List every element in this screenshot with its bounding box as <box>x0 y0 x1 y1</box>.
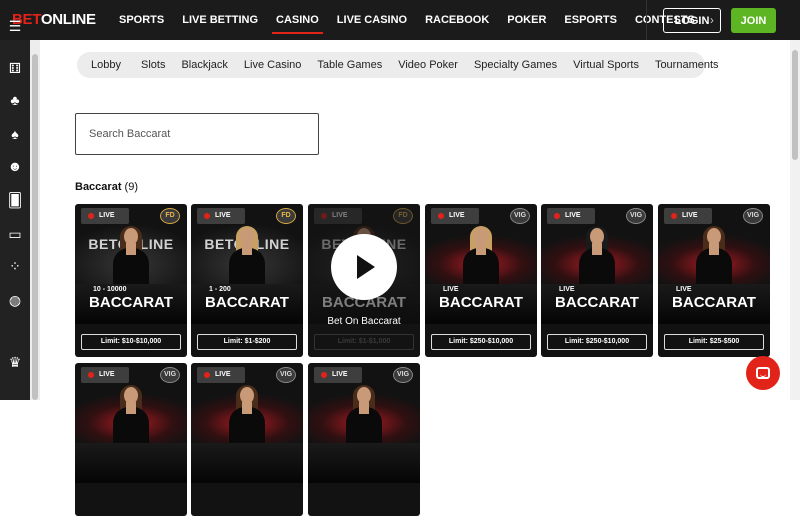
tab-live-casino[interactable]: Live Casino <box>236 52 309 78</box>
page-scrollbar-thumb[interactable] <box>792 50 798 160</box>
provider-logo: FD <box>160 208 180 224</box>
game-card[interactable]: LIVE VIG <box>308 363 420 516</box>
limit-label: Limit: $25-$500 <box>664 334 764 350</box>
hover-game-title: Bet On Baccarat <box>327 316 401 327</box>
nav-item-esports[interactable]: ESPORTS <box>555 0 626 40</box>
live-badge: LIVE <box>431 208 479 224</box>
tab-tournaments[interactable]: Tournaments <box>647 52 727 78</box>
live-badge: LIVE <box>547 208 595 224</box>
casino-category-tabs: Lobby Slots Blackjack Live Casino Table Game… <box>77 52 719 78</box>
provider-logo: VIG <box>160 367 180 383</box>
search-input[interactable] <box>75 113 319 155</box>
tab-table-games[interactable]: Table Games <box>309 52 390 78</box>
play-icon[interactable] <box>331 234 397 300</box>
game-card[interactable]: BETONLINELIVEFDBACCARATLimit: $1-$1,000B… <box>308 204 420 357</box>
tab-specialty-games[interactable]: Specialty Games <box>466 52 565 78</box>
game-card[interactable]: LIVE VIG LIVE BACCARAT Limit: $250-$10,000 <box>425 204 537 357</box>
dealer-icon[interactable]: ☻ <box>5 156 25 176</box>
sidebar-scrollbar-thumb[interactable] <box>32 54 38 400</box>
dice-icon[interactable]: ⚅ <box>5 58 25 78</box>
game-name: BACCARAT <box>672 294 756 311</box>
section-title: Baccarat (9) <box>75 181 138 193</box>
limit-label: Limit: $10-$10,000 <box>81 334 181 350</box>
top-navbar: BETONLINE SPORTS LIVE BETTING CASINO LIVE C… <box>0 0 800 40</box>
provider-logo: VIG <box>510 208 530 224</box>
game-card[interactable]: LIVE VIG <box>75 363 187 516</box>
main-nav: SPORTS LIVE BETTING CASINO LIVE CASINO RACEB… <box>110 0 720 40</box>
laptop-icon[interactable]: ▭ <box>5 224 25 244</box>
game-name: BACCARAT <box>555 294 639 311</box>
game-card[interactable]: BETONLINELIVEFD10 - 10000BACCARATLimit: … <box>75 204 187 357</box>
live-badge: LIVE <box>197 208 245 224</box>
provider-logo: VIG <box>393 367 413 383</box>
game-name: BACCARAT <box>89 294 173 311</box>
menu-icon[interactable]: ☰ <box>5 16 25 36</box>
chat-button[interactable] <box>746 356 780 390</box>
game-table <box>75 443 187 483</box>
page-scrollbar[interactable] <box>790 40 800 400</box>
tab-blackjack[interactable]: Blackjack <box>173 52 235 78</box>
nav-divider <box>646 0 647 40</box>
trophy-icon[interactable]: ♛ <box>5 352 25 372</box>
live-badge: LIVE <box>81 367 129 383</box>
nav-item-sports[interactable]: SPORTS <box>110 0 173 40</box>
cards-icon[interactable]: 🂠 <box>5 190 25 210</box>
left-sidebar: ☰ ⚅ ♣ ♠ ☻ 🂠 ▭ ⁘ ◍ ♛ <box>0 18 30 400</box>
bet-range: LIVE <box>559 286 575 293</box>
nav-item-casino[interactable]: CASINO <box>267 0 328 40</box>
specialty-icon[interactable]: ⁘ <box>5 256 25 276</box>
live-badge: LIVE <box>314 367 362 383</box>
provider-logo: FD <box>276 208 296 224</box>
tab-lobby[interactable]: Lobby <box>83 52 129 78</box>
tab-virtual-sports[interactable]: Virtual Sports <box>565 52 647 78</box>
bet-range: 1 - 200 <box>209 286 231 293</box>
limit-label: Limit: $250-$10,000 <box>431 334 531 350</box>
limit-label: Limit: $1-$200 <box>197 334 297 350</box>
game-table <box>308 443 420 483</box>
bet-range: 10 - 10000 <box>93 286 127 293</box>
tab-video-poker[interactable]: Video Poker <box>390 52 466 78</box>
game-card[interactable]: LIVE VIG LIVE BACCARAT Limit: $250-$10,000 <box>541 204 653 357</box>
login-button[interactable]: LOGIN <box>663 8 721 33</box>
cherries-icon[interactable]: ♣ <box>5 90 25 110</box>
spade-icon[interactable]: ♠ <box>5 124 25 144</box>
nav-item-live-betting[interactable]: LIVE BETTING <box>173 0 267 40</box>
live-badge: LIVE <box>664 208 712 224</box>
basketball-icon[interactable]: ◍ <box>5 290 25 310</box>
game-card[interactable]: BETONLINELIVEFD1 - 200BACCARATLimit: $1-… <box>191 204 303 357</box>
bet-range: LIVE <box>443 286 459 293</box>
live-badge: LIVE <box>197 367 245 383</box>
section-count: (9) <box>124 181 138 193</box>
provider-logo: VIG <box>626 208 646 224</box>
sidebar-scrollbar[interactable] <box>30 40 40 400</box>
game-name: BACCARAT <box>205 294 289 311</box>
nav-item-poker[interactable]: POKER <box>498 0 555 40</box>
live-badge: LIVE <box>81 208 129 224</box>
provider-logo: VIG <box>276 367 296 383</box>
tab-slots[interactable]: Slots <box>133 52 173 78</box>
provider-logo: VIG <box>743 208 763 224</box>
nav-item-racebook[interactable]: RACEBOOK <box>416 0 498 40</box>
nav-item-live-casino[interactable]: LIVE CASINO <box>328 0 416 40</box>
chat-icon <box>756 367 770 379</box>
bet-range: LIVE <box>676 286 692 293</box>
game-name: BACCARAT <box>439 294 523 311</box>
game-card[interactable]: LIVE VIG <box>191 363 303 516</box>
join-button[interactable]: JOIN <box>731 8 776 33</box>
limit-label: Limit: $250-$10,000 <box>547 334 647 350</box>
game-table <box>191 443 303 483</box>
game-card[interactable]: LIVE VIG LIVE BACCARAT Limit: $25-$500 <box>658 204 770 357</box>
